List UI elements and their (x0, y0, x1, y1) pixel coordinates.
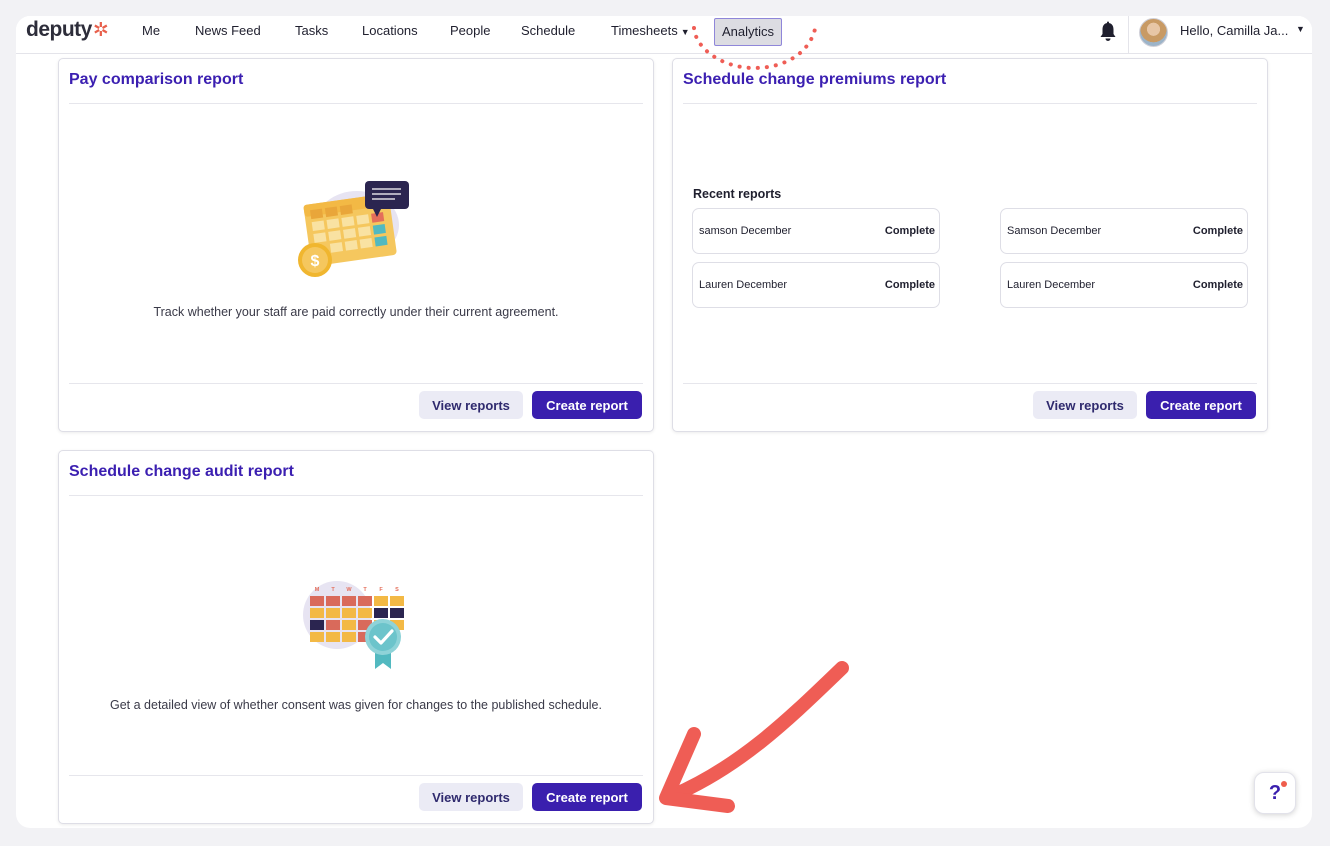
app-window: deputy✲ Me News Feed Tasks Locations Peo… (16, 16, 1312, 828)
create-report-button[interactable]: Create report (532, 391, 642, 419)
card-title: Schedule change audit report (69, 463, 294, 480)
recent-report-status: Complete (1192, 279, 1243, 291)
nav-item-tasks[interactable]: Tasks (295, 23, 328, 38)
recent-reports-heading: Recent reports (693, 187, 782, 201)
weekday-label: F (379, 587, 383, 593)
card-title: Pay comparison report (69, 71, 244, 88)
schedule-premiums-card: Schedule change premiums report Recent r… (672, 58, 1268, 432)
top-nav: deputy✲ Me News Feed Tasks Locations Peo… (16, 16, 1312, 54)
pay-calendar-illustration: $ (298, 181, 409, 277)
nav-item-timesheets[interactable]: Timesheets ▼ (611, 23, 690, 38)
view-reports-button[interactable]: View reports (419, 391, 523, 419)
create-report-button[interactable]: Create report (532, 783, 642, 811)
view-reports-button[interactable]: View reports (1033, 391, 1137, 419)
nav-item-locations[interactable]: Locations (362, 23, 418, 38)
nav-divider (1128, 16, 1129, 54)
logo-mark-icon: ✲ (92, 20, 109, 41)
recent-report-status: Complete (884, 279, 935, 291)
card-footer-divider (683, 383, 1257, 384)
card-divider (69, 103, 643, 104)
create-report-button[interactable]: Create report (1146, 391, 1256, 419)
chevron-down-icon: ▼ (680, 27, 690, 37)
recent-report-item[interactable]: samson December Complete (692, 208, 940, 254)
card-footer-divider (69, 775, 643, 776)
weekday-label: S (395, 587, 399, 593)
recent-report-name: Lauren December (699, 279, 788, 291)
weekday-label: W (346, 587, 352, 593)
logo-text: deputy (26, 18, 92, 41)
help-icon: ? (1268, 782, 1282, 804)
card-title: Schedule change premiums report (683, 71, 947, 88)
recent-report-item[interactable]: Lauren December Complete (692, 262, 940, 308)
nav-item-me[interactable]: Me (142, 23, 160, 38)
recent-report-name: Lauren December (1007, 279, 1096, 291)
recent-report-status: Complete (884, 225, 935, 237)
recent-report-name: Samson December (1007, 225, 1102, 237)
pointer-arrow-annotation (659, 661, 849, 813)
user-greeting[interactable]: Hello, Camilla Ja... (1180, 23, 1288, 38)
recent-report-name: samson December (699, 225, 792, 237)
view-reports-button[interactable]: View reports (419, 783, 523, 811)
help-button[interactable]: ? (1254, 772, 1296, 814)
bell-icon[interactable] (1098, 21, 1118, 43)
nav-item-people[interactable]: People (450, 23, 490, 38)
card-description: Track whether your staff are paid correc… (153, 305, 559, 319)
svg-text:$: $ (311, 253, 320, 270)
pay-comparison-card: Pay comparison report $ Track whether yo… (58, 58, 654, 432)
notification-dot (1281, 781, 1287, 787)
chevron-down-icon[interactable]: ▼ (1296, 24, 1305, 34)
weekday-label: T (363, 587, 367, 593)
recent-report-item[interactable]: Lauren December Complete (1000, 262, 1248, 308)
deputy-logo[interactable]: deputy✲ (26, 18, 109, 42)
schedule-audit-card: Schedule change audit report M T W T F S (58, 450, 654, 824)
avatar[interactable] (1139, 18, 1168, 47)
recent-report-status: Complete (1192, 225, 1243, 237)
weekday-label: M (315, 587, 320, 593)
nav-item-schedule[interactable]: Schedule (521, 23, 575, 38)
card-description: Get a detailed view of whether consent w… (110, 698, 602, 712)
card-divider (683, 103, 1257, 104)
audit-calendar-illustration: M T W T F S (303, 581, 404, 669)
recent-report-item[interactable]: Samson December Complete (1000, 208, 1248, 254)
card-divider (69, 495, 643, 496)
card-footer-divider (69, 383, 643, 384)
nav-item-timesheets-label: Timesheets (611, 23, 678, 38)
nav-item-news-feed[interactable]: News Feed (195, 23, 261, 38)
nav-item-analytics[interactable]: Analytics (714, 18, 782, 46)
